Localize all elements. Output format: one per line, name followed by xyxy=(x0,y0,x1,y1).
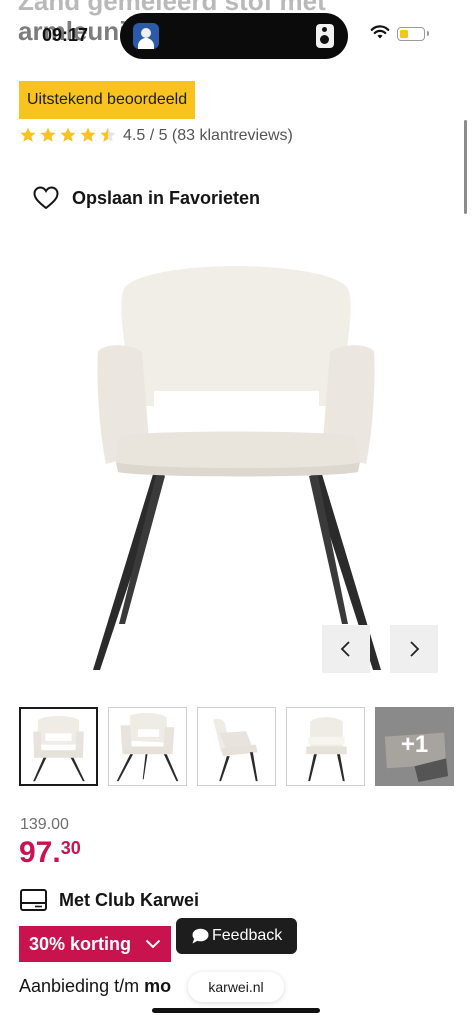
home-indicator[interactable] xyxy=(152,1008,320,1013)
chair-front-thumbnail xyxy=(33,716,85,782)
feedback-button[interactable]: Feedback xyxy=(176,918,297,954)
thumbnail-strip: +1 xyxy=(19,707,454,786)
star-rating xyxy=(19,126,117,146)
gallery-prev-button[interactable] xyxy=(322,625,370,673)
gallery-next-button[interactable] xyxy=(390,625,438,673)
page-scrollbar[interactable] xyxy=(464,120,467,214)
battery-icon xyxy=(397,27,429,41)
half-star-icon xyxy=(100,127,116,142)
old-price: 139.00 xyxy=(20,816,69,833)
price-cents: 30 xyxy=(60,838,81,858)
thumbnail-3[interactable] xyxy=(197,707,276,786)
price-integer: 97. xyxy=(19,836,61,869)
discount-label: 30% korting xyxy=(29,934,132,954)
chair-angle-thumbnail xyxy=(116,713,179,782)
offer-date: mo xyxy=(144,976,172,996)
heart-icon xyxy=(33,186,59,210)
star-icon xyxy=(40,127,56,142)
product-image[interactable] xyxy=(84,256,389,676)
chair-side-thumbnail xyxy=(213,718,258,782)
wifi-icon xyxy=(370,25,390,39)
save-to-favorites-label: Opslaan in Favorieten xyxy=(72,187,261,208)
dynamic-island[interactable] xyxy=(120,13,348,59)
thumbnail-4[interactable] xyxy=(286,707,365,786)
star-icon xyxy=(60,127,76,142)
feedback-label: Feedback xyxy=(212,927,283,944)
current-price: 97.30 xyxy=(19,836,81,870)
more-images-count: +1 xyxy=(400,731,429,758)
discount-dropdown[interactable]: 30% korting xyxy=(19,926,171,962)
star-icon xyxy=(20,127,36,142)
star-icon xyxy=(80,127,96,142)
offer-prefix: Aanbieding t/m xyxy=(19,976,145,996)
thumbnail-more[interactable]: +1 xyxy=(375,707,454,786)
chat-bubble-icon xyxy=(192,928,209,944)
status-time: 09:17 xyxy=(42,25,89,45)
browser-url-pill[interactable]: karwei.nl xyxy=(188,972,284,1002)
chair-back-thumbnail xyxy=(306,717,347,782)
thumbnail-1[interactable] xyxy=(19,707,98,786)
rating-badge: Uitstekend beoordeeld xyxy=(19,81,196,119)
save-to-favorites-button[interactable]: Opslaan in Favorieten xyxy=(33,186,260,210)
thumbnail-2[interactable] xyxy=(108,707,187,786)
speaker-icon xyxy=(316,24,334,48)
loyalty-card-icon xyxy=(20,889,47,911)
chevron-down-icon xyxy=(145,939,161,949)
chevron-right-icon xyxy=(410,641,420,657)
rating-summary[interactable]: 4.5 / 5 (83 klantreviews) xyxy=(123,127,293,145)
club-karwei-row[interactable]: Met Club Karwei xyxy=(20,889,199,911)
chevron-left-icon xyxy=(340,641,350,657)
now-playing-thumbnail xyxy=(133,23,159,49)
offer-validity: Aanbieding t/m mo xyxy=(19,976,171,997)
club-karwei-label: Met Club Karwei xyxy=(59,889,200,910)
